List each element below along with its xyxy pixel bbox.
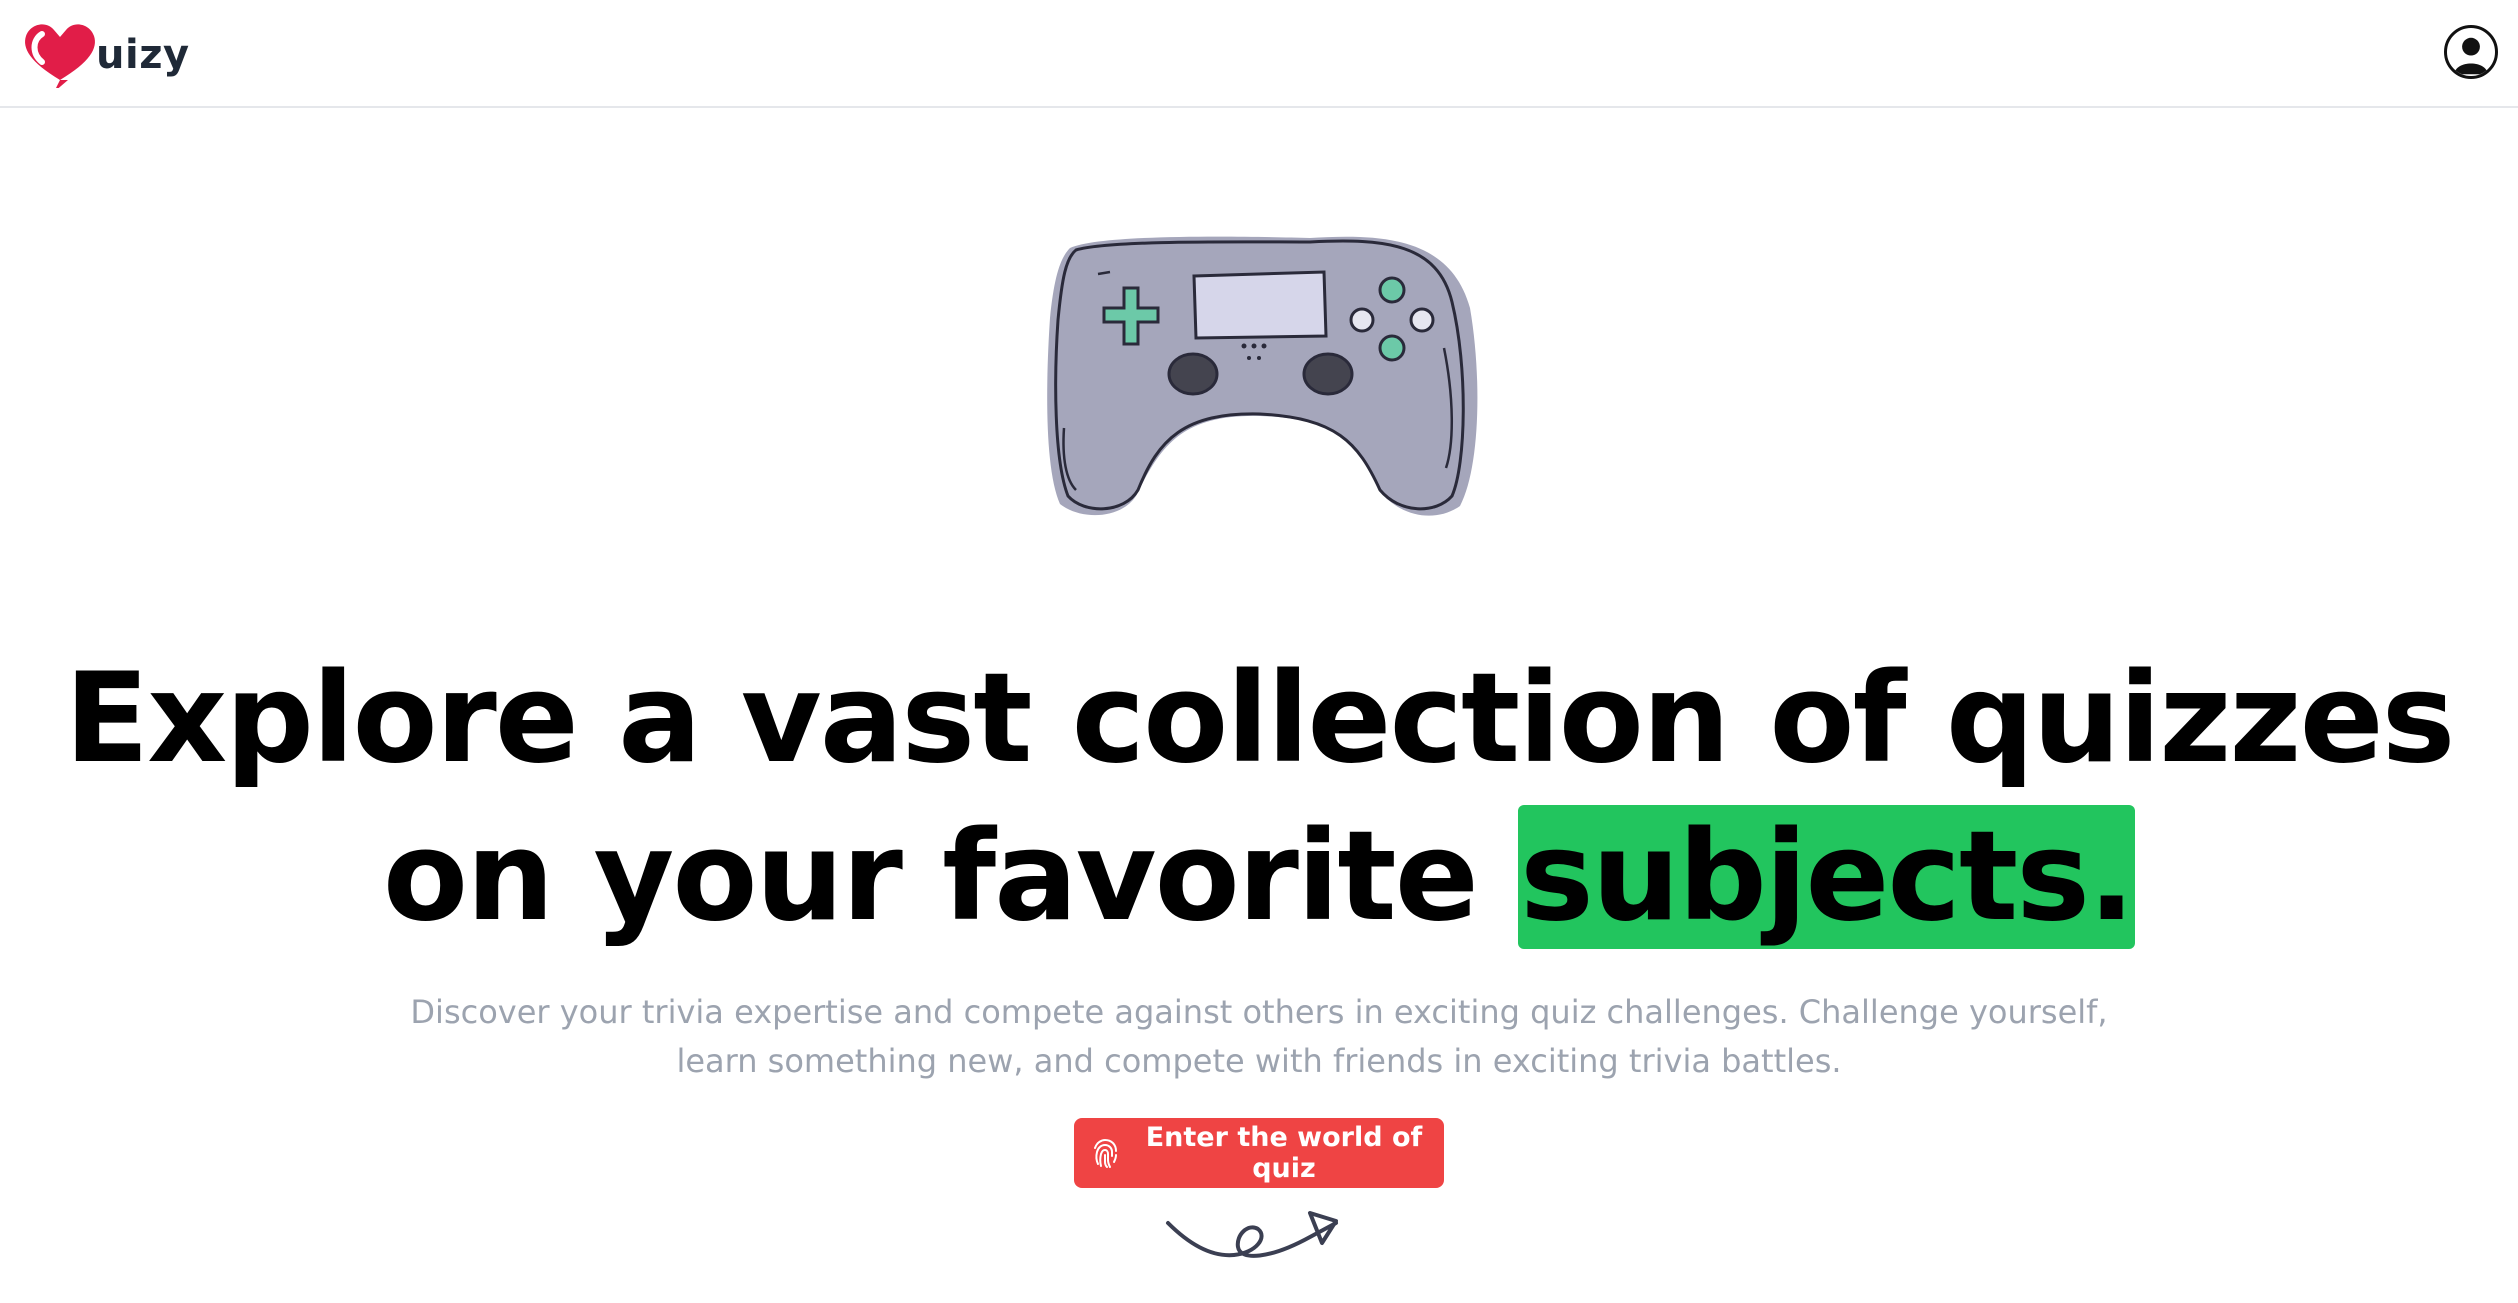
logo-text: uizy (96, 32, 190, 78)
hero-headline: Explore a vast collection of quizzes on … (0, 640, 2518, 956)
headline-line-2: on your favorite subjects. (0, 798, 2518, 956)
page: uizy Explore a vast collection of quizze… (0, 0, 2518, 1303)
headline-highlight: subjects. (1517, 805, 2135, 949)
headline-line-1: Explore a vast collection of quizzes (64, 647, 2456, 791)
user-profile-button[interactable] (2444, 25, 2498, 79)
curly-arrow-icon (1166, 1211, 1338, 1258)
game-controller-icon (1047, 236, 1478, 516)
logo-link[interactable]: uizy (20, 18, 190, 88)
user-silhouette-icon (2454, 37, 2488, 75)
headline-line-2-prefix: on your favorite (382, 805, 1518, 949)
top-navbar: uizy (0, 0, 2518, 108)
heart-q-logo-icon (25, 24, 95, 88)
hero-subtext: Discover your trivia expertise and compe… (410, 993, 2108, 1080)
enter-quiz-button-label: Enter the world of quiz (1145, 1122, 1423, 1184)
fingerprint-icon (1094, 1138, 1117, 1168)
enter-quiz-button[interactable]: Enter the world of quiz (1074, 1118, 1444, 1188)
